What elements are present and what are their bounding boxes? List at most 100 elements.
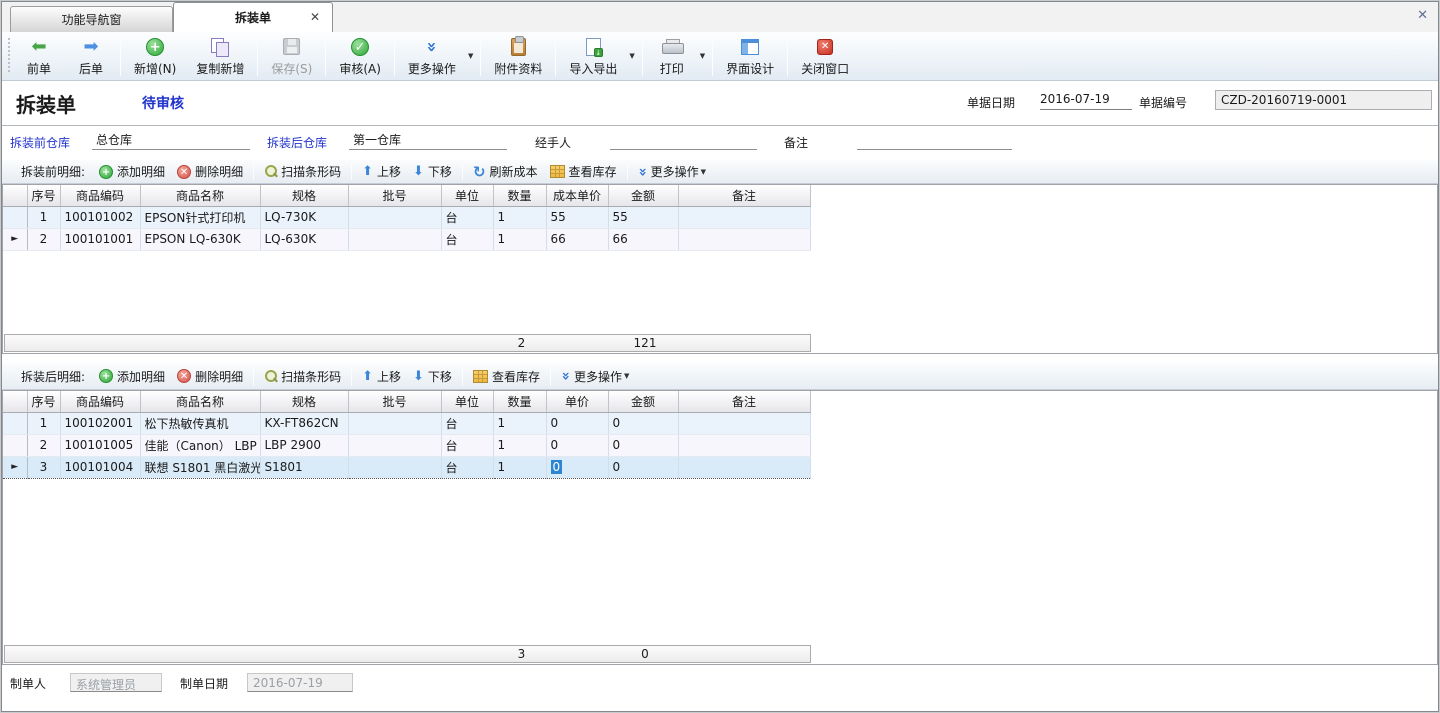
col-product-code[interactable]: 商品编码 <box>60 391 140 412</box>
handler-field[interactable] <box>610 131 757 150</box>
detail1-more-actions-button[interactable]: » 更多操作 ▼ <box>632 161 716 182</box>
print-button[interactable]: 打印 <box>646 34 698 79</box>
toolbar-separator <box>462 163 463 180</box>
arrow-left-icon: ⬅ <box>31 36 46 58</box>
toolbar-separator <box>351 163 352 180</box>
col-qty[interactable]: 数量 <box>493 391 546 412</box>
check-circle-icon: ✓ <box>351 38 369 56</box>
row-indicator-header <box>3 185 27 206</box>
tab-function-nav[interactable]: 功能导航窗 <box>10 6 173 32</box>
detail2-move-up-button[interactable]: ⬆ 上移 <box>356 366 407 387</box>
detail1-delete-row-button[interactable]: ✕ 删除明细 <box>171 161 249 182</box>
warehouse-after-field[interactable]: 第一仓库 <box>349 131 507 150</box>
col-seq[interactable]: 序号 <box>27 391 60 412</box>
detail1-move-down-button[interactable]: ⬇ 下移 <box>407 161 458 182</box>
detail2-delete-row-button[interactable]: ✕ 删除明细 <box>171 366 249 387</box>
toolbar-separator <box>787 36 788 76</box>
toolbar-separator <box>253 163 254 180</box>
add-new-button[interactable]: + 新增(N) <box>124 32 186 80</box>
main-toolbar: ⬅ 前单 ➡ 后单 + 新增(N) 复制新增 保存(S) ✓ 审核(A) <box>2 32 1438 81</box>
more-actions-label: 更多操作 <box>408 60 456 77</box>
more-actions-button[interactable]: » 更多操作 <box>398 34 466 79</box>
detail1-refresh-cost-button[interactable]: ↻ 刷新成本 <box>467 161 544 182</box>
detail1-add-row-button[interactable]: + 添加明细 <box>93 161 171 182</box>
warehouse-before-label: 拆装前仓库 <box>10 134 70 151</box>
toolbar-separator <box>555 36 556 76</box>
detail2-toolbar: 拆装后明细: + 添加明细 ✕ 删除明细 扫描条形码 ⬆ 上移 ⬇ 下移 查看库… <box>2 362 1438 390</box>
ui-design-label: 界面设计 <box>726 60 774 77</box>
floppy-disk-icon <box>283 38 300 55</box>
attachments-button[interactable]: 附件资料 <box>484 32 552 80</box>
row-indicator: ► <box>3 456 27 478</box>
table-row[interactable]: 1 100101002 EPSON针式打印机 LQ-730K 台 1 55 55 <box>3 206 810 228</box>
ui-design-button[interactable]: 界面设计 <box>716 32 784 80</box>
import-export-button[interactable]: ↓ 导入导出 <box>559 34 627 79</box>
handler-label: 经手人 <box>535 134 571 151</box>
row-indicator <box>3 434 27 456</box>
doc-date-field[interactable]: 2016-07-19 <box>1040 92 1132 110</box>
tab-bar: 功能导航窗 拆装单 ✕ ✕ <box>2 2 1438 32</box>
toolbar-separator <box>712 36 713 76</box>
copy-add-button[interactable]: 复制新增 <box>186 32 254 80</box>
col-price[interactable]: 单价 <box>546 391 608 412</box>
make-date-label: 制单日期 <box>180 675 228 692</box>
audit-button[interactable]: ✓ 审核(A) <box>329 32 391 80</box>
printer-icon <box>662 39 682 55</box>
editing-cell-value[interactable]: 0 <box>551 460 563 474</box>
col-spec[interactable]: 规格 <box>260 185 348 206</box>
dropdown-arrow-icon[interactable]: ▼ <box>629 52 634 60</box>
dropdown-arrow-icon[interactable]: ▼ <box>468 52 473 60</box>
detail2-move-down-button[interactable]: ⬇ 下移 <box>407 366 458 387</box>
col-product-name[interactable]: 商品名称 <box>140 185 260 206</box>
row-indicator <box>3 412 27 434</box>
dropdown-arrow-icon[interactable]: ▼ <box>700 52 705 60</box>
col-amount[interactable]: 金额 <box>608 185 678 206</box>
window-close-icon[interactable]: ✕ <box>1417 8 1428 23</box>
table-grid-icon <box>473 370 488 383</box>
col-cost-price[interactable]: 成本单价 <box>546 185 608 206</box>
col-qty[interactable]: 数量 <box>493 185 546 206</box>
row-indicator-header <box>3 391 27 412</box>
remark-field[interactable] <box>857 131 1012 150</box>
col-product-name[interactable]: 商品名称 <box>140 391 260 412</box>
detail2-view-stock-button[interactable]: 查看库存 <box>467 366 546 387</box>
detail2-scan-barcode-button[interactable]: 扫描条形码 <box>258 366 347 387</box>
detail2-more-actions-button[interactable]: » 更多操作 ▼ <box>555 366 639 387</box>
detail1-scan-barcode-button[interactable]: 扫描条形码 <box>258 161 347 182</box>
col-spec[interactable]: 规格 <box>260 391 348 412</box>
prev-doc-button[interactable]: ⬅ 前单 <box>13 32 65 80</box>
detail2-table: 序号 商品编码 商品名称 规格 批号 单位 数量 单价 金额 备注 1 1001… <box>3 391 811 479</box>
table-row[interactable]: 2 100101005 佳能（Canon） LBP LBP 2900 台 1 0… <box>3 434 810 456</box>
toolbar-separator <box>325 36 326 76</box>
warehouse-before-field[interactable]: 总仓库 <box>92 131 250 150</box>
tab-disassembly-order[interactable]: 拆装单 ✕ <box>173 2 333 32</box>
col-unit[interactable]: 单位 <box>441 391 493 412</box>
toolbar-grip <box>6 38 11 74</box>
close-window-label: 关闭窗口 <box>801 60 849 77</box>
save-label: 保存(S) <box>271 60 312 77</box>
double-chevron-icon: » <box>424 41 440 52</box>
col-unit[interactable]: 单位 <box>441 185 493 206</box>
table-row-selected[interactable]: ► 3 100101004 联想 S1801 黑白激光 S1801 台 1 0 … <box>3 456 810 478</box>
col-batch[interactable]: 批号 <box>348 185 441 206</box>
col-seq[interactable]: 序号 <box>27 185 60 206</box>
table-grid-icon <box>550 165 565 178</box>
detail1-amount-total: 121 <box>610 335 680 351</box>
doc-number-label: 单据编号 <box>1139 94 1187 111</box>
col-amount[interactable]: 金额 <box>608 391 678 412</box>
table-row[interactable]: 1 100102001 松下热敏传真机 KX-FT862CN 台 1 0 0 <box>3 412 810 434</box>
col-batch[interactable]: 批号 <box>348 391 441 412</box>
detail1-summary-bar: 2 121 <box>4 334 811 352</box>
detail2-add-row-button[interactable]: + 添加明细 <box>93 366 171 387</box>
detail1-view-stock-button[interactable]: 查看库存 <box>544 161 623 182</box>
col-remark[interactable]: 备注 <box>678 391 810 412</box>
col-remark[interactable]: 备注 <box>678 185 810 206</box>
prev-doc-label: 前单 <box>27 60 51 77</box>
next-doc-button[interactable]: ➡ 后单 <box>65 32 117 80</box>
table-row[interactable]: ► 2 100101001 EPSON LQ-630K LQ-630K 台 1 … <box>3 228 810 250</box>
close-window-button[interactable]: ✕ 关闭窗口 <box>791 32 859 80</box>
tab-close-icon[interactable]: ✕ <box>310 10 320 24</box>
close-red-icon: ✕ <box>817 39 833 55</box>
detail1-move-up-button[interactable]: ⬆ 上移 <box>356 161 407 182</box>
col-product-code[interactable]: 商品编码 <box>60 185 140 206</box>
